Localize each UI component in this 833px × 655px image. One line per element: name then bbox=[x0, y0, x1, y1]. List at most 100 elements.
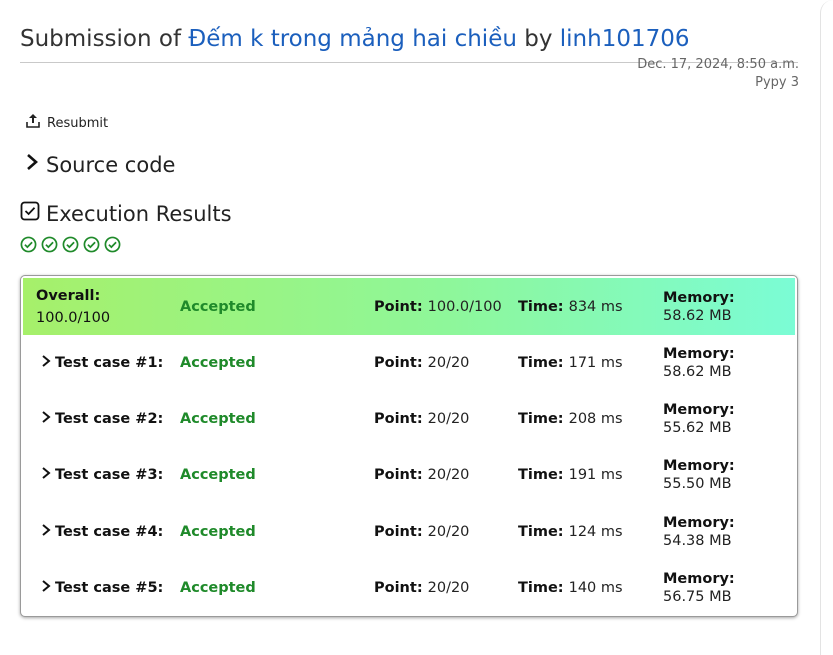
test-case-name: Test case #2: bbox=[55, 410, 164, 427]
memory-label: Memory: bbox=[663, 345, 735, 362]
check-circle-icon bbox=[20, 236, 37, 257]
test-case-point: 20/20 bbox=[427, 579, 470, 596]
test-case-memory-cell: Memory: 54.38 MB bbox=[663, 503, 740, 560]
resubmit-label: Resubmit bbox=[47, 115, 109, 131]
submission-language: Pypy 3 bbox=[755, 75, 799, 90]
test-case-memory-cell: Memory: 56.75 MB bbox=[663, 559, 740, 616]
test-case-status: Accepted bbox=[180, 410, 256, 427]
chevron-right-icon bbox=[24, 152, 40, 177]
test-case-row[interactable]: Test case #2: Accepted Point: 20/20 Time… bbox=[21, 390, 797, 447]
page-title: Submission of Đếm k trong mảng hai chiều… bbox=[20, 26, 690, 52]
title-prefix: Submission of bbox=[20, 26, 182, 52]
memory-label: Memory: bbox=[663, 289, 735, 306]
test-case-time-cell: Time: 124 ms bbox=[518, 503, 623, 560]
test-case-status: Accepted bbox=[180, 523, 256, 540]
user-link[interactable]: linh101706 bbox=[560, 26, 690, 52]
test-case-toggle[interactable]: Test case #1: bbox=[41, 334, 163, 391]
test-case-time: 171 ms bbox=[568, 354, 623, 371]
test-case-memory: 54.38 MB bbox=[663, 532, 732, 549]
submission-date: Dec. 17, 2024, 8:50 a.m. bbox=[637, 57, 799, 72]
test-case-name: Test case #4: bbox=[55, 523, 164, 540]
chevron-right-icon bbox=[41, 523, 51, 541]
memory-label: Memory: bbox=[663, 401, 735, 418]
point-label: Point: bbox=[374, 354, 423, 371]
memory-label: Memory: bbox=[663, 514, 735, 531]
source-code-heading: Source code bbox=[46, 152, 176, 177]
submission-meta: Dec. 17, 2024, 8:50 a.m. Pypy 3 bbox=[637, 56, 799, 92]
test-case-toggle[interactable]: Test case #2: bbox=[41, 390, 163, 447]
test-case-point-cell: Point: 20/20 bbox=[374, 446, 469, 503]
overall-time-cell: Time: 834 ms bbox=[518, 278, 623, 335]
execution-results-heading: Execution Results bbox=[46, 201, 232, 226]
memory-label: Memory: bbox=[663, 457, 735, 474]
point-label: Point: bbox=[374, 466, 423, 483]
check-circle-icon bbox=[62, 236, 79, 257]
page-right-edge bbox=[820, 0, 833, 655]
execution-results-heading-row: Execution Results bbox=[20, 201, 232, 226]
test-case-status: Accepted bbox=[180, 466, 256, 483]
resubmit-button[interactable]: Resubmit bbox=[25, 113, 108, 133]
test-case-point: 20/20 bbox=[427, 354, 470, 371]
overall-point-cell: Point: 100.0/100 bbox=[374, 278, 502, 335]
problem-link[interactable]: Đếm k trong mảng hai chiều bbox=[188, 26, 517, 52]
overall-name-cell: Overall: 100.0/100 bbox=[36, 278, 110, 335]
memory-label: Memory: bbox=[663, 570, 735, 587]
overall-point: 100.0/100 bbox=[427, 298, 502, 315]
test-case-memory: 55.50 MB bbox=[663, 475, 732, 492]
test-case-toggle[interactable]: Test case #3: bbox=[41, 446, 163, 503]
test-case-toggle[interactable]: Test case #4: bbox=[41, 503, 163, 560]
test-case-point: 20/20 bbox=[427, 466, 470, 483]
test-case-point: 20/20 bbox=[427, 523, 470, 540]
test-case-time: 124 ms bbox=[568, 523, 623, 540]
test-case-name: Test case #3: bbox=[55, 466, 164, 483]
title-by: by bbox=[524, 26, 553, 52]
time-label: Time: bbox=[518, 298, 564, 315]
chevron-right-icon bbox=[41, 466, 51, 484]
point-label: Point: bbox=[374, 410, 423, 427]
check-circle-icon bbox=[104, 236, 121, 257]
test-case-row[interactable]: Test case #5: Accepted Point: 20/20 Time… bbox=[21, 559, 797, 616]
overall-memory: 58.62 MB bbox=[663, 307, 732, 324]
source-code-toggle[interactable]: Source code bbox=[24, 152, 175, 177]
test-case-point-cell: Point: 20/20 bbox=[374, 559, 469, 616]
test-case-row[interactable]: Test case #1: Accepted Point: 20/20 Time… bbox=[21, 334, 797, 391]
test-case-time-cell: Time: 140 ms bbox=[518, 559, 623, 616]
test-case-time: 140 ms bbox=[568, 579, 623, 596]
test-case-time-cell: Time: 208 ms bbox=[518, 390, 623, 447]
upload-icon bbox=[25, 113, 41, 133]
checkbox-check-icon bbox=[20, 201, 40, 226]
overall-status: Accepted bbox=[180, 298, 256, 315]
check-circle-icon bbox=[41, 236, 58, 257]
test-case-name: Test case #1: bbox=[55, 354, 164, 371]
test-case-memory: 56.75 MB bbox=[663, 588, 732, 605]
test-case-memory-cell: Memory: 55.62 MB bbox=[663, 390, 740, 447]
overall-memory-cell: Memory: 58.62 MB bbox=[663, 278, 740, 335]
test-case-row[interactable]: Test case #4: Accepted Point: 20/20 Time… bbox=[21, 503, 797, 560]
test-case-time: 191 ms bbox=[568, 466, 623, 483]
test-case-point: 20/20 bbox=[427, 410, 470, 427]
overall-label: Overall: bbox=[36, 287, 101, 304]
test-case-time-cell: Time: 171 ms bbox=[518, 334, 623, 391]
test-case-status: Accepted bbox=[180, 579, 256, 596]
time-label: Time: bbox=[518, 579, 564, 596]
overall-score: 100.0/100 bbox=[36, 309, 111, 326]
chevron-right-icon bbox=[41, 579, 51, 597]
test-case-memory-cell: Memory: 58.62 MB bbox=[663, 334, 740, 391]
point-label: Point: bbox=[374, 579, 423, 596]
test-case-status: Accepted bbox=[180, 354, 256, 371]
chevron-right-icon bbox=[41, 354, 51, 372]
test-case-row[interactable]: Test case #3: Accepted Point: 20/20 Time… bbox=[21, 446, 797, 503]
test-case-toggle[interactable]: Test case #5: bbox=[41, 559, 163, 616]
test-case-time-cell: Time: 191 ms bbox=[518, 446, 623, 503]
point-label: Point: bbox=[374, 523, 423, 540]
test-case-memory: 55.62 MB bbox=[663, 419, 732, 436]
check-circle-icon bbox=[83, 236, 100, 257]
test-case-point-cell: Point: 20/20 bbox=[374, 334, 469, 391]
overall-row: Overall: 100.0/100 Accepted Point: 100.0… bbox=[23, 278, 795, 335]
time-label: Time: bbox=[518, 523, 564, 540]
test-case-point-cell: Point: 20/20 bbox=[374, 390, 469, 447]
time-label: Time: bbox=[518, 466, 564, 483]
point-label: Point: bbox=[374, 298, 423, 315]
test-case-time: 208 ms bbox=[568, 410, 623, 427]
time-label: Time: bbox=[518, 354, 564, 371]
